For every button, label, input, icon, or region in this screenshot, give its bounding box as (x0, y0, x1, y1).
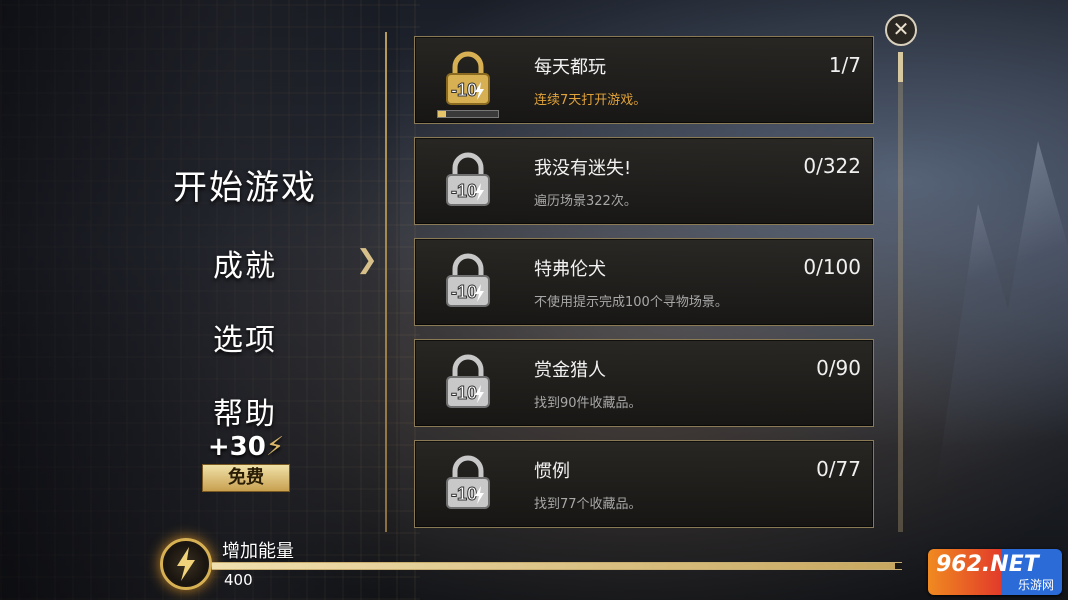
reward-amount: -10 (451, 383, 477, 403)
achievement-title: 特弗伦犬 (534, 259, 606, 280)
lock-reward-icon: -10 (446, 253, 490, 307)
achievement-scrollbar[interactable] (898, 52, 903, 532)
achievement-title: 每天都玩 (534, 57, 606, 78)
watermark-sub-text: 乐游网 (1017, 578, 1054, 592)
lock-reward-icon: -10 (446, 354, 490, 408)
achievement-description: 遍历场景322次。 (534, 194, 637, 209)
reward-amount: -10 (451, 484, 477, 504)
bonus-amount: +30⚡ (202, 432, 290, 462)
lightning-icon: ⚡ (265, 432, 285, 462)
reward-amount: -10 (451, 282, 477, 302)
achievement-description: 不使用提示完成100个寻物场景。 (534, 295, 728, 310)
energy-label: 增加能量 (222, 541, 294, 562)
free-button[interactable]: 免费 (202, 464, 290, 492)
watermark-logo-text: 962.NET (936, 552, 1039, 577)
achievement-progress-fill (438, 111, 447, 117)
free-energy-bonus[interactable]: +30⚡ 免费 (202, 432, 290, 492)
achievement-card[interactable]: -10 我没有迷失! 遍历场景322次。 0/322 (414, 137, 874, 225)
achievement-description: 连续7天打开游戏。 (534, 93, 647, 108)
achievement-title: 惯例 (534, 461, 570, 482)
selected-chevron-icon: ❯ (356, 245, 378, 275)
close-icon: ✕ (892, 17, 910, 41)
menu-help[interactable]: 帮助 (140, 389, 350, 433)
achievement-card[interactable]: -10 特弗伦犬 不使用提示完成100个寻物场景。 0/100 (414, 238, 874, 326)
achievement-progress: 0/322 (803, 154, 861, 178)
lock-reward-icon: -10 (446, 51, 490, 105)
menu-start-game[interactable]: 开始游戏 (140, 160, 350, 209)
achievement-title: 赏金猎人 (534, 360, 606, 381)
energy-orb-icon (160, 538, 212, 590)
lightning-bolt-icon (177, 547, 195, 581)
achievement-card[interactable]: -10 惯例 找到77个收藏品。 0/77 (414, 440, 874, 528)
menu-achievements[interactable]: 成就 (140, 241, 350, 285)
menu-divider (385, 32, 387, 532)
energy-value: 400 (224, 571, 253, 589)
achievement-list[interactable]: -10 每天都玩 连续7天打开游戏。 1/7 -10 我没有迷失! 遍历场景32… (414, 36, 876, 532)
achievement-progress: 1/7 (828, 53, 861, 77)
energy-bar (212, 562, 902, 570)
menu-options[interactable]: 选项 (140, 315, 350, 359)
achievement-card[interactable]: -10 赏金猎人 找到90件收藏品。 0/90 (414, 339, 874, 427)
reward-amount: -10 (451, 181, 477, 201)
reward-amount: -10 (451, 80, 477, 100)
achievement-description: 找到90件收藏品。 (534, 396, 642, 411)
achievement-progress: 0/90 (816, 356, 861, 380)
achievement-description: 找到77个收藏品。 (534, 497, 642, 512)
achievement-card[interactable]: -10 每天都玩 连续7天打开游戏。 1/7 (414, 36, 874, 124)
achievement-title: 我没有迷失! (534, 158, 632, 179)
scrollbar-thumb[interactable] (898, 52, 903, 82)
close-button[interactable]: ✕ (885, 14, 917, 46)
achievement-progress-bar (437, 110, 499, 118)
bonus-amount-text: +30 (207, 432, 266, 462)
site-watermark-logo: 962.NET 乐游网 (928, 549, 1062, 595)
achievement-progress: 0/100 (803, 255, 861, 279)
lock-reward-icon: -10 (446, 455, 490, 509)
energy-bar-fill (212, 563, 896, 569)
main-menu: 开始游戏 成就 选项 帮助 (140, 160, 350, 463)
achievement-progress: 0/77 (816, 457, 861, 481)
lock-reward-icon: -10 (446, 152, 490, 206)
